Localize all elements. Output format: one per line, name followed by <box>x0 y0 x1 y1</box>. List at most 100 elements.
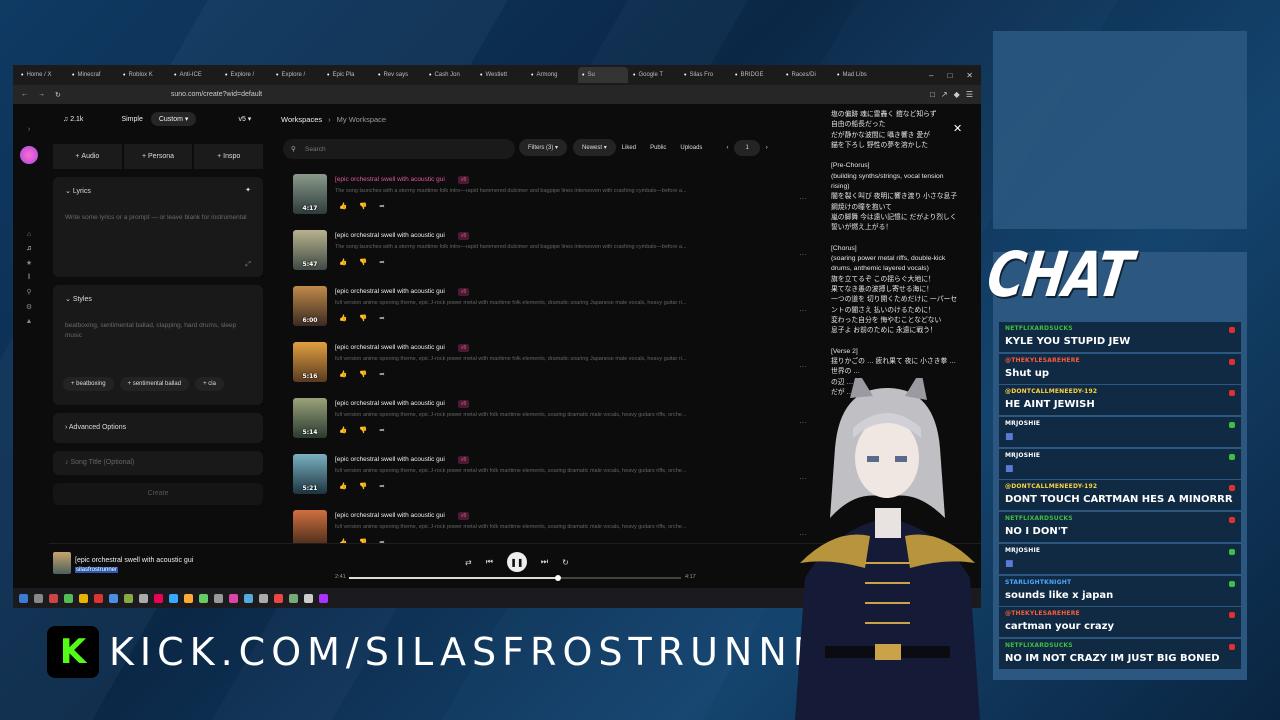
style-chip[interactable]: + beatboxing <box>63 377 114 391</box>
browser-tab[interactable]: • Explore / <box>221 67 271 83</box>
browser-tab[interactable]: • Anti-ICE <box>170 67 220 83</box>
close-icon[interactable]: ✕ <box>953 122 962 135</box>
like-icon[interactable]: 👍 <box>339 482 347 490</box>
version-select[interactable]: v5 ▾ <box>238 115 251 123</box>
next-page-icon[interactable]: › <box>766 145 768 151</box>
taskbar-app-icon[interactable] <box>154 593 163 603</box>
browser-tab[interactable]: • Silas Fro <box>680 67 730 83</box>
taskbar-app-icon[interactable] <box>139 593 148 603</box>
taskbar-app-icon[interactable] <box>229 593 238 603</box>
like-icon[interactable]: 👍 <box>339 426 347 434</box>
taskbar-app-icon[interactable] <box>274 593 283 603</box>
style-chip[interactable]: + cla <box>195 377 224 391</box>
song-cover[interactable]: 5:47 <box>293 230 327 270</box>
share-song-icon[interactable]: ➦ <box>379 426 384 434</box>
back-icon[interactable]: ← <box>21 91 28 98</box>
extensions-icon[interactable]: □ <box>930 90 935 99</box>
workspace-label[interactable]: Workspaces <box>281 115 322 124</box>
share-icon[interactable]: ↗ <box>941 90 948 99</box>
prev-page-icon[interactable]: ‹ <box>726 145 728 151</box>
progress-knob[interactable] <box>555 575 562 581</box>
public-filter[interactable]: Public <box>650 145 666 151</box>
song-cover[interactable]: 4:17 <box>293 174 327 214</box>
reload-icon[interactable]: ↻ <box>55 91 61 99</box>
taskbar-app-icon[interactable] <box>319 593 328 603</box>
browser-tab[interactable]: • Cash Jon <box>425 67 475 83</box>
dislike-icon[interactable]: 👎 <box>359 314 367 322</box>
browser-tab[interactable]: • Armong <box>527 67 577 83</box>
share-song-icon[interactable]: ➦ <box>379 258 384 266</box>
more-options-icon[interactable]: ⋯ <box>799 306 807 315</box>
song-title[interactable]: [epic orchestral swell with acoustic gui <box>335 232 445 239</box>
url-field[interactable]: suno.com/create?wid=default <box>171 91 262 98</box>
browser-tab[interactable]: • Minecraf <box>68 67 118 83</box>
song-cover[interactable]: 5:21 <box>293 454 327 494</box>
browser-tab[interactable]: • Roblox K <box>119 67 169 83</box>
mode-simple[interactable]: Simple <box>121 116 142 123</box>
dislike-icon[interactable]: 👎 <box>359 482 367 490</box>
browser-tab[interactable]: • Epic Pla <box>323 67 373 83</box>
style-chip[interactable]: + sentimental ballad <box>119 377 190 391</box>
player-thumbnail[interactable] <box>53 552 71 574</box>
browser-tab[interactable]: • Rev says <box>374 67 424 83</box>
add-audio-button[interactable]: + Audio <box>53 144 122 169</box>
browser-tab[interactable]: • Mad Libs <box>833 67 883 83</box>
browser-tab[interactable]: • Explore / <box>272 67 322 83</box>
add-inspo-button[interactable]: + Inspo <box>194 144 264 169</box>
sort-button[interactable]: Newest ▾ <box>573 139 616 156</box>
collapse-icon[interactable]: › <box>28 126 30 133</box>
song-row[interactable]: 4:17 [epic orchestral swell with acousti… <box>293 172 813 228</box>
advanced-options[interactable]: › Advanced Options <box>53 413 263 443</box>
taskbar-app-icon[interactable] <box>109 593 118 603</box>
song-title[interactable]: [epic orchestral swell with acoustic gui <box>335 344 445 351</box>
maximize-icon[interactable]: □ <box>947 71 952 80</box>
browser-tab[interactable]: • Westlett <box>476 67 526 83</box>
pause-button[interactable]: ❚❚ <box>506 552 527 572</box>
settings-icon[interactable]: ⚙ <box>26 303 32 311</box>
song-row[interactable]: 5:21 [epic orchestral swell with acousti… <box>293 452 813 508</box>
search-nav-icon[interactable]: ⚲ <box>26 288 31 296</box>
add-persona-button[interactable]: + Persona <box>123 144 193 169</box>
song-cover[interactable]: 6:00 <box>293 286 327 326</box>
taskbar-app-icon[interactable] <box>64 593 73 603</box>
browser-tab[interactable]: • Su <box>578 67 628 83</box>
taskbar-app-icon[interactable] <box>244 593 253 603</box>
previous-icon[interactable]: ⏮ <box>486 557 493 567</box>
song-title[interactable]: [epic orchestral swell with acoustic gui <box>335 512 445 519</box>
dislike-icon[interactable]: 👎 <box>359 258 367 266</box>
taskbar-app-icon[interactable] <box>184 593 193 603</box>
mode-custom[interactable]: Custom ▾ <box>150 112 197 126</box>
styles-box[interactable]: ⌄ Styles beatboxing, sentimental ballad,… <box>53 285 263 405</box>
song-title[interactable]: [epic orchestral swell with acoustic gui <box>335 400 445 407</box>
song-row[interactable]: 5:14 [epic orchestral swell with acousti… <box>293 396 813 452</box>
filters-button[interactable]: Filters (3) ▾ <box>519 139 568 156</box>
song-row[interactable]: 6:00 [epic orchestral swell with acousti… <box>293 284 813 340</box>
minimize-icon[interactable]: – <box>929 71 933 80</box>
page-number[interactable]: 1 <box>734 139 760 156</box>
lyrics-box[interactable]: ⌄ Lyrics ✦ Write some lyrics or a prompt… <box>53 177 263 277</box>
home-icon[interactable]: ⌂ <box>27 231 31 238</box>
next-icon[interactable]: ⏭ <box>541 557 548 567</box>
dislike-icon[interactable]: 👎 <box>359 426 367 434</box>
create-icon[interactable]: ♫ <box>26 245 31 252</box>
taskbar-app-icon[interactable] <box>124 593 133 603</box>
more-options-icon[interactable]: ⋯ <box>799 250 807 259</box>
shuffle-icon[interactable]: ⇄ <box>465 558 472 567</box>
player-title[interactable]: [epic orchestral swell with acoustic gui <box>75 557 193 564</box>
song-cover[interactable]: 5:16 <box>293 342 327 382</box>
like-icon[interactable]: 👍 <box>339 370 347 378</box>
taskbar-app-icon[interactable] <box>79 593 88 603</box>
notification-icon[interactable]: ▲ <box>26 318 33 325</box>
menu-icon[interactable]: ☰ <box>966 90 973 99</box>
taskbar-app-icon[interactable] <box>169 593 178 603</box>
taskbar-app-icon[interactable] <box>289 593 298 603</box>
player-artist[interactable]: silasfrostrunner <box>75 567 119 573</box>
like-icon[interactable]: 👍 <box>339 314 347 322</box>
more-options-icon[interactable]: ⋯ <box>799 194 807 203</box>
taskbar-app-icon[interactable] <box>34 593 43 603</box>
taskbar-app-icon[interactable] <box>94 593 103 603</box>
profile-orb[interactable] <box>20 146 38 164</box>
uploads-filter[interactable]: Uploads <box>680 145 702 151</box>
share-song-icon[interactable]: ➦ <box>379 370 384 378</box>
forward-icon[interactable]: → <box>38 91 45 98</box>
